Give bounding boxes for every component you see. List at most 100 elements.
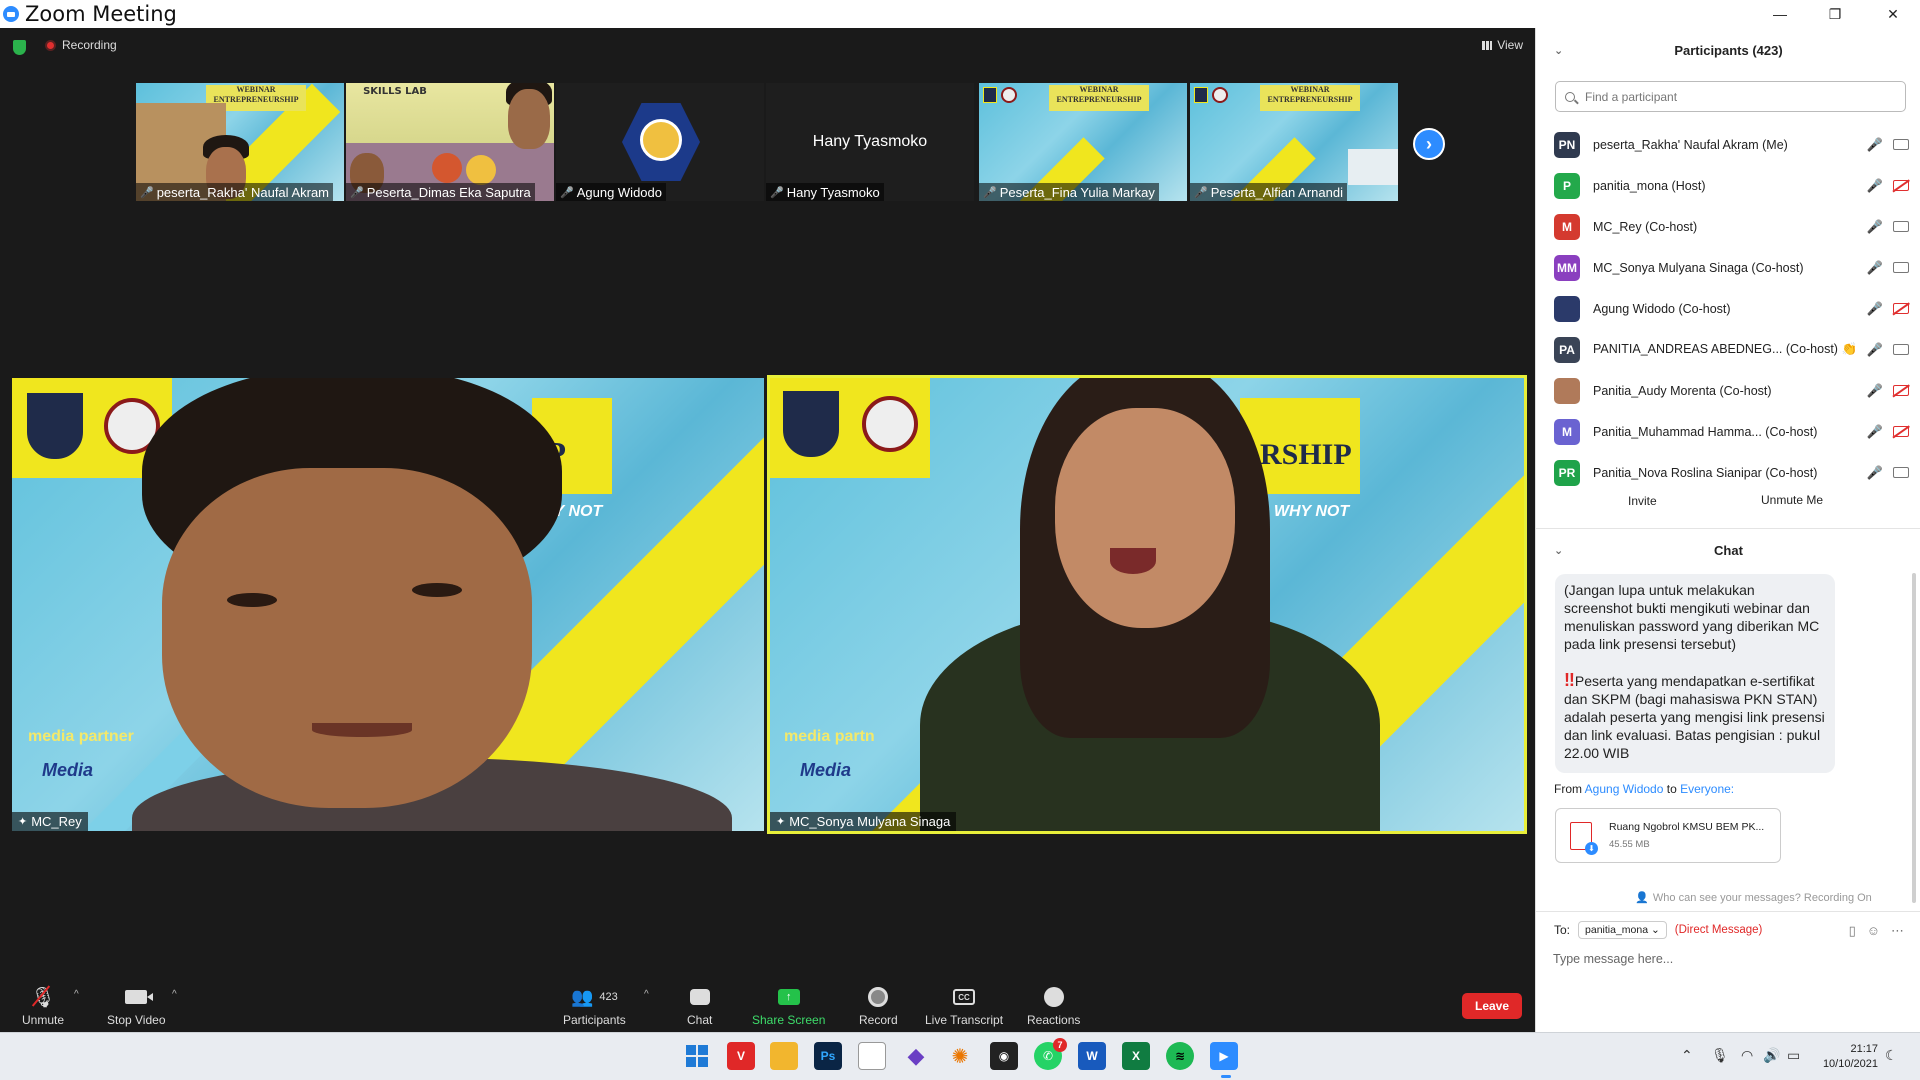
participant-name: Panitia_Nova Roslina Sianipar (Co-host)	[1593, 465, 1818, 480]
battery-icon[interactable]: ▭	[1787, 1047, 1800, 1064]
avatar: PA	[1554, 336, 1580, 363]
file-name: Ruang Ngobrol KMSU BEM PK...	[1609, 821, 1765, 833]
photoshop-icon[interactable]: Ps	[814, 1042, 842, 1070]
message-visibility-notice[interactable]: 👤 Who can see your messages? Recording On	[1536, 891, 1920, 904]
unmute-me-button[interactable]: Unmute Me	[1753, 489, 1831, 511]
close-button[interactable]: ✕	[1868, 0, 1918, 28]
more-options-icon[interactable]: ⋯	[1891, 923, 1904, 939]
search-icon	[1565, 91, 1575, 102]
file-explorer-icon[interactable]	[770, 1042, 798, 1070]
volume-icon[interactable]: 🔊	[1763, 1047, 1780, 1064]
title-bar: Zoom Meeting — ❐ ✕	[0, 0, 1920, 28]
file-icon[interactable]: ▯	[1849, 923, 1856, 939]
video-tile-mc-sonya[interactable]: RSHIP O WHY NOT media partn Media ✦ MC_So…	[767, 375, 1527, 834]
document-icon[interactable]	[858, 1042, 886, 1070]
video-icon	[1893, 262, 1909, 273]
word-icon[interactable]: W	[1078, 1042, 1106, 1070]
avatar: PR	[1554, 459, 1580, 486]
mic-muted-icon: 🎤	[983, 187, 997, 199]
chat-button[interactable]: Chat	[687, 985, 712, 1027]
share-screen-button[interactable]: ↑ Share Screen	[752, 985, 825, 1027]
focus-assist-icon[interactable]: ☾	[1885, 1047, 1898, 1064]
invite-button[interactable]: Invite	[1619, 489, 1666, 513]
video-thumbnail[interactable]: WEBINAR ENTREPRENEURSHIP 🎤 Peserta_Alfian…	[1190, 83, 1398, 201]
davinci-resolve-icon[interactable]: ◉	[990, 1042, 1018, 1070]
participant-name: PANITIA_ANDREAS ABEDNEG... (Co-host) 👏	[1593, 342, 1858, 356]
video-thumbnail[interactable]: SKILLS LAB 🎤 Peserta_Dimas Eka Saputra	[346, 83, 554, 201]
participant-search-input[interactable]: Find a participant	[1555, 81, 1906, 112]
zoom-taskbar-icon[interactable]: ▶	[1210, 1042, 1238, 1070]
avatar: M	[1554, 213, 1580, 240]
sender-link[interactable]: Agung Widodo	[1585, 782, 1664, 796]
excel-icon[interactable]: X	[1122, 1042, 1150, 1070]
participants-options-caret[interactable]: ^	[644, 989, 649, 1000]
recipient-link[interactable]: Everyone:	[1680, 782, 1734, 796]
participant-row[interactable]: M Panitia_Muhammad Hamma... (Co-host) 🎤	[1554, 411, 1909, 452]
file-attachment-card[interactable]: Ruang Ngobrol KMSU BEM PK... 45.55 MB	[1555, 808, 1781, 863]
recipient-dropdown[interactable]: panitia_mona ⌄	[1578, 921, 1667, 939]
video-thumbnail[interactable]: WEBINAR ENTREPRENEURSHIP 🎤 Peserta_Fina Y…	[979, 83, 1187, 201]
mic-muted-icon: 🎤	[770, 187, 784, 199]
participant-row[interactable]: PR Panitia_Nova Roslina Sianipar (Co-host…	[1554, 452, 1909, 493]
participant-row[interactable]: Panitia_Audy Morenta (Co-host) 🎤	[1554, 370, 1909, 411]
double-exclamation-icon: ‼	[1564, 670, 1575, 690]
participants-button[interactable]: 👥 423 Participants	[563, 985, 626, 1028]
participants-title: Participants (423)	[1674, 42, 1783, 58]
video-thumbnail[interactable]: Hany Tyasmoko 🎤 Hany Tyasmoko	[766, 83, 974, 201]
recording-indicator[interactable]: Recording	[45, 38, 117, 52]
participant-row[interactable]: Ppanitia_mona (Host) 🎤	[1554, 165, 1909, 206]
participant-row[interactable]: MM MC_Sonya Mulyana Sinaga (Co-host) 🎤	[1554, 247, 1909, 288]
video-options-caret[interactable]: ^	[172, 989, 177, 1000]
live-transcript-button[interactable]: CC Live Transcript	[925, 985, 1003, 1027]
file-size: 45.55 MB	[1609, 839, 1650, 850]
stop-video-button[interactable]: Stop Video	[107, 985, 166, 1027]
windows-start-icon[interactable]	[683, 1042, 711, 1070]
participant-row[interactable]: PN peserta_Rakha' Naufal Akram (Me) 🎤	[1554, 124, 1909, 165]
thumbnail-name: 🎤 Hany Tyasmoko	[766, 183, 884, 201]
microphone-icon[interactable]: 🎙	[1711, 1047, 1729, 1064]
audio-options-caret[interactable]: ^	[74, 989, 79, 1000]
unmute-button[interactable]: 🎙 Unmute	[22, 984, 64, 1027]
pdf-file-icon	[1570, 821, 1598, 855]
tile-name-label: ✦ MC_Sonya Mulyana Sinaga	[770, 812, 957, 831]
mic-muted-icon: 🎤	[1866, 341, 1883, 357]
maximize-button[interactable]: ❐	[1810, 0, 1860, 28]
participant-row[interactable]: Agung Widodo (Co-host) 🎤	[1554, 288, 1909, 329]
collapse-chevron-icon[interactable]: ⌄	[1554, 44, 1563, 57]
closed-caption-icon: CC	[953, 989, 976, 1005]
wifi-icon[interactable]: ◠	[1741, 1047, 1753, 1064]
minimize-button[interactable]: —	[1755, 0, 1805, 28]
chat-message-text: Peserta yang mendapatkan e-sertifikat da…	[1564, 673, 1825, 761]
participant-row[interactable]: M MC_Rey (Co-host) 🎤	[1554, 206, 1909, 247]
video-off-icon	[1893, 303, 1909, 314]
collapse-chevron-icon[interactable]: ⌄	[1554, 544, 1563, 557]
next-page-button[interactable]: ›	[1413, 128, 1445, 160]
video-thumbnail[interactable]: 🎤 Agung Widodo	[556, 83, 764, 201]
mic-icon: 🎤	[1866, 259, 1883, 275]
chat-input-tools: ▯ ☺ ⋯	[1849, 923, 1904, 939]
chat-scrollbar[interactable]	[1911, 573, 1917, 910]
view-label: View	[1497, 38, 1523, 52]
chat-message-input[interactable]: Type message here...	[1553, 952, 1673, 966]
blender-icon[interactable]: ✺	[946, 1042, 974, 1070]
organization-emblem	[862, 396, 918, 452]
video-thumbnail[interactable]: WEBINAR ENTREPRENEURSHIP 🎤 peserta_Rakha'…	[136, 83, 344, 201]
vivaldi-icon[interactable]: V	[727, 1042, 755, 1070]
view-button[interactable]: View	[1482, 38, 1523, 52]
show-hidden-icons-chevron-icon[interactable]: ⌃	[1681, 1047, 1693, 1064]
thumbnail-center-name: Hany Tyasmoko	[812, 133, 928, 150]
spotify-icon[interactable]: ≋	[1166, 1042, 1194, 1070]
reactions-button[interactable]: Reactions	[1027, 985, 1080, 1027]
clock-date: 10/10/2021	[1822, 1058, 1878, 1070]
participant-row[interactable]: PA PANITIA_ANDREAS ABEDNEG... (Co-host) 👏…	[1554, 329, 1909, 370]
recipient-row: To: panitia_mona ⌄ (Direct Message)	[1554, 921, 1763, 939]
emoji-icon[interactable]: ☺	[1867, 923, 1880, 939]
obsidian-icon[interactable]: ◆	[902, 1042, 930, 1070]
meeting-toolbar: 🎙 Unmute ^ Stop Video ^ 👥 423 Participant…	[0, 975, 1535, 1032]
video-tile-mc-rey[interactable]: IP WHY NOT media partner Media ✦MC_Rey	[12, 378, 764, 831]
taskbar-clock[interactable]: 21:17 10/10/2021	[1823, 1042, 1878, 1072]
whatsapp-icon[interactable]: ✆ 7	[1034, 1038, 1067, 1070]
encryption-shield-icon[interactable]	[13, 40, 26, 55]
record-button[interactable]: Record	[859, 985, 898, 1027]
leave-button[interactable]: Leave	[1462, 993, 1522, 1019]
